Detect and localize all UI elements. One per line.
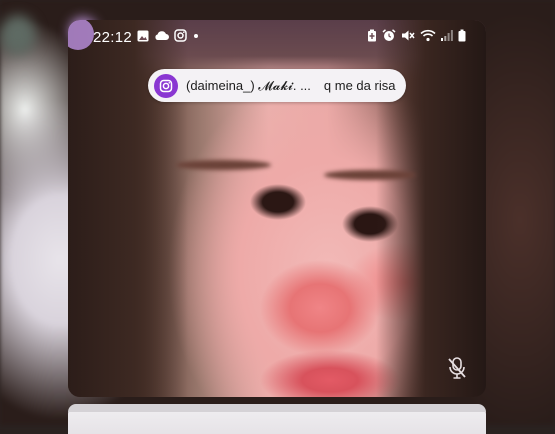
signal-icon <box>441 29 453 42</box>
next-card-preview[interactable] <box>68 404 486 434</box>
status-time: 22:12 <box>93 29 133 46</box>
battery-icon <box>458 29 466 42</box>
wifi-icon <box>420 29 436 42</box>
backdrop-blob <box>0 15 36 55</box>
instagram-icon <box>174 29 187 42</box>
status-right-icons <box>367 29 466 42</box>
purple-dot <box>68 20 94 50</box>
instagram-icon <box>154 73 178 98</box>
image-icon <box>137 30 149 42</box>
right-brow <box>324 170 416 180</box>
dot-icon <box>192 32 200 40</box>
message-notification-chip[interactable]: (daimeina_) 𝓜𝓪𝓴𝓲. ... q me da risa <box>148 69 406 102</box>
mute-icon <box>401 29 415 42</box>
next-card-shade <box>68 404 486 412</box>
notification-sender: (daimeina_) 𝓜𝓪𝓴𝓲. ... <box>186 77 311 93</box>
video-call-frame[interactable]: 22:12 (daimeina_) 𝓜𝓪𝓴𝓲. ... q me da risa <box>68 20 486 397</box>
status-bar: 22:12 <box>68 20 486 58</box>
alarm-icon <box>382 29 396 42</box>
notification-message: q me da risa <box>323 78 396 93</box>
cloud-icon <box>154 30 169 41</box>
mic-off-icon[interactable] <box>446 356 468 385</box>
left-brow <box>176 160 271 170</box>
battery-saver-icon <box>367 29 377 42</box>
status-left-icons <box>137 29 200 42</box>
